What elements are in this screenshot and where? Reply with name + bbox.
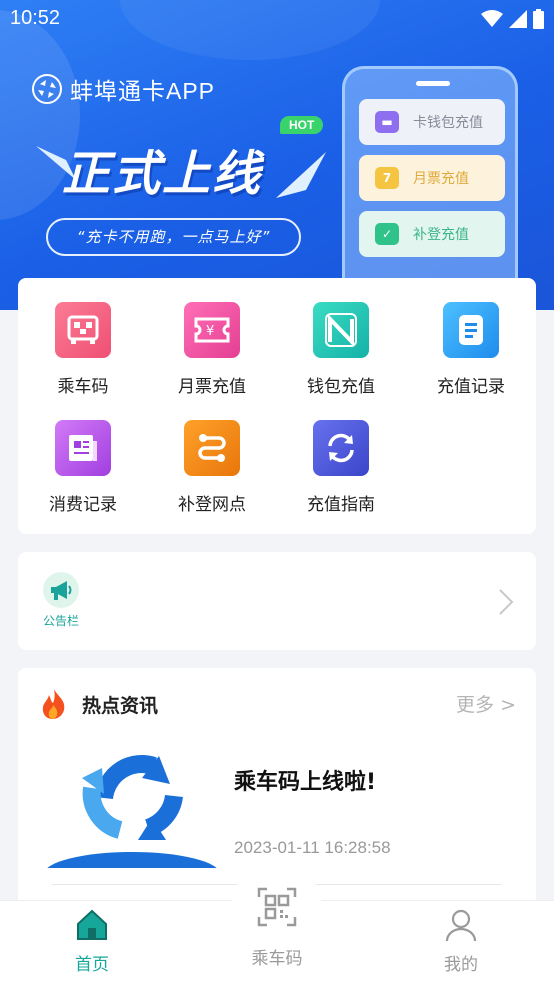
news-article-date: 2023-01-11 16:28:58 (234, 838, 391, 857)
notice-bar[interactable]: 公告栏 (18, 552, 536, 650)
news-thumbnail[interactable] (44, 748, 220, 868)
notice-label: 公告栏 (42, 614, 79, 628)
nav-profile-label: 我的 (444, 955, 478, 975)
check-icon: ✓ (375, 223, 399, 245)
nav-home[interactable]: 首页 (37, 908, 147, 975)
news-section-title: 热点资讯 (82, 694, 159, 717)
phone-illustration: ▬ 卡钱包充值 7 月票充值 ✓ 补登充值 (342, 66, 518, 310)
service-label: 消费记录 (49, 495, 117, 515)
service-recharge-guide[interactable]: 充值指南 (276, 420, 406, 530)
hero-banner[interactable]: 10:52 蚌埠通卡APP HOT 正式上线 “充卡不用跑，一点马上好” ▬ 卡… (0, 0, 554, 310)
service-label: 补登网点 (178, 495, 246, 515)
service-label: 乘车码 (57, 377, 109, 397)
megaphone-icon (43, 572, 79, 608)
home-icon (77, 909, 107, 940)
receipt-icon (55, 420, 111, 476)
service-bus-code[interactable]: 乘车码 (18, 302, 148, 412)
battery-icon (533, 9, 544, 29)
svg-text:¥: ¥ (206, 324, 214, 339)
news-logo-image (47, 755, 217, 868)
service-topup-outlets[interactable]: 补登网点 (147, 420, 277, 530)
app-logo-icon (32, 74, 62, 104)
fire-icon (42, 689, 65, 719)
news-more-link[interactable]: 更多 > (456, 690, 516, 717)
user-icon (445, 909, 477, 942)
service-label: 钱包充值 (307, 377, 375, 397)
service-monthly-ticket[interactable]: ¥ 月票充值 (147, 302, 277, 412)
phone-option-label: 卡钱包充值 (413, 115, 483, 131)
nav-profile[interactable]: 我的 (406, 908, 516, 975)
service-label: 月票充值 (178, 377, 246, 397)
nav-bus-code-label: 乘车码 (251, 949, 303, 969)
slogan-subtitle: “充卡不用跑，一点马上好” (46, 218, 301, 256)
chevron-right-icon[interactable] (498, 588, 514, 616)
service-consumption-record[interactable]: 消费记录 (18, 420, 148, 530)
route-icon (184, 420, 240, 476)
app-title-text: 蚌埠通卡APP (70, 78, 216, 104)
ticket-icon: ¥ (184, 302, 240, 358)
news-article-title[interactable]: 乘车码上线啦! (234, 764, 376, 796)
news-header: 热点资讯 (40, 688, 158, 720)
phone-option-label: 补登充值 (413, 227, 469, 243)
signal-icon (509, 10, 527, 28)
phone-option-label: 月票充值 (413, 171, 469, 187)
status-bar: 10:52 (0, 0, 554, 38)
slogan-text: 正式上线 (62, 146, 263, 202)
phone-option: ✓ 补登充值 (359, 211, 505, 257)
phone-option: ▬ 卡钱包充值 (359, 99, 505, 145)
qr-code-button[interactable] (232, 862, 322, 952)
app-title: 蚌埠通卡APP (32, 72, 215, 106)
phone-option: 7 月票充值 (359, 155, 505, 201)
notice-badge: 公告栏 (36, 572, 86, 632)
refresh-guide-icon (313, 420, 369, 476)
wallet-icon: ▬ (375, 111, 399, 133)
nav-home-label: 首页 (75, 955, 109, 975)
bus-code-icon (55, 302, 111, 358)
hot-badge: HOT (280, 116, 324, 134)
services-panel: 乘车码 ¥ 月票充值 钱包充值 充值记录 消费记录 补登网点 充值指南 (18, 278, 536, 534)
status-time: 10:52 (10, 7, 61, 29)
record-icon (443, 302, 499, 358)
status-icons (481, 9, 544, 29)
calendar-icon: 7 (375, 167, 399, 189)
service-label: 充值记录 (437, 377, 505, 397)
qr-code-icon (257, 887, 297, 927)
service-recharge-record[interactable]: 充值记录 (406, 302, 536, 412)
service-wallet-recharge[interactable]: 钱包充值 (276, 302, 406, 412)
nfc-icon (313, 302, 369, 358)
wifi-icon (481, 10, 503, 27)
phone-speaker (416, 81, 450, 86)
nav-bus-code[interactable]: 乘车码 (222, 944, 332, 969)
service-label: 充值指南 (307, 495, 375, 515)
